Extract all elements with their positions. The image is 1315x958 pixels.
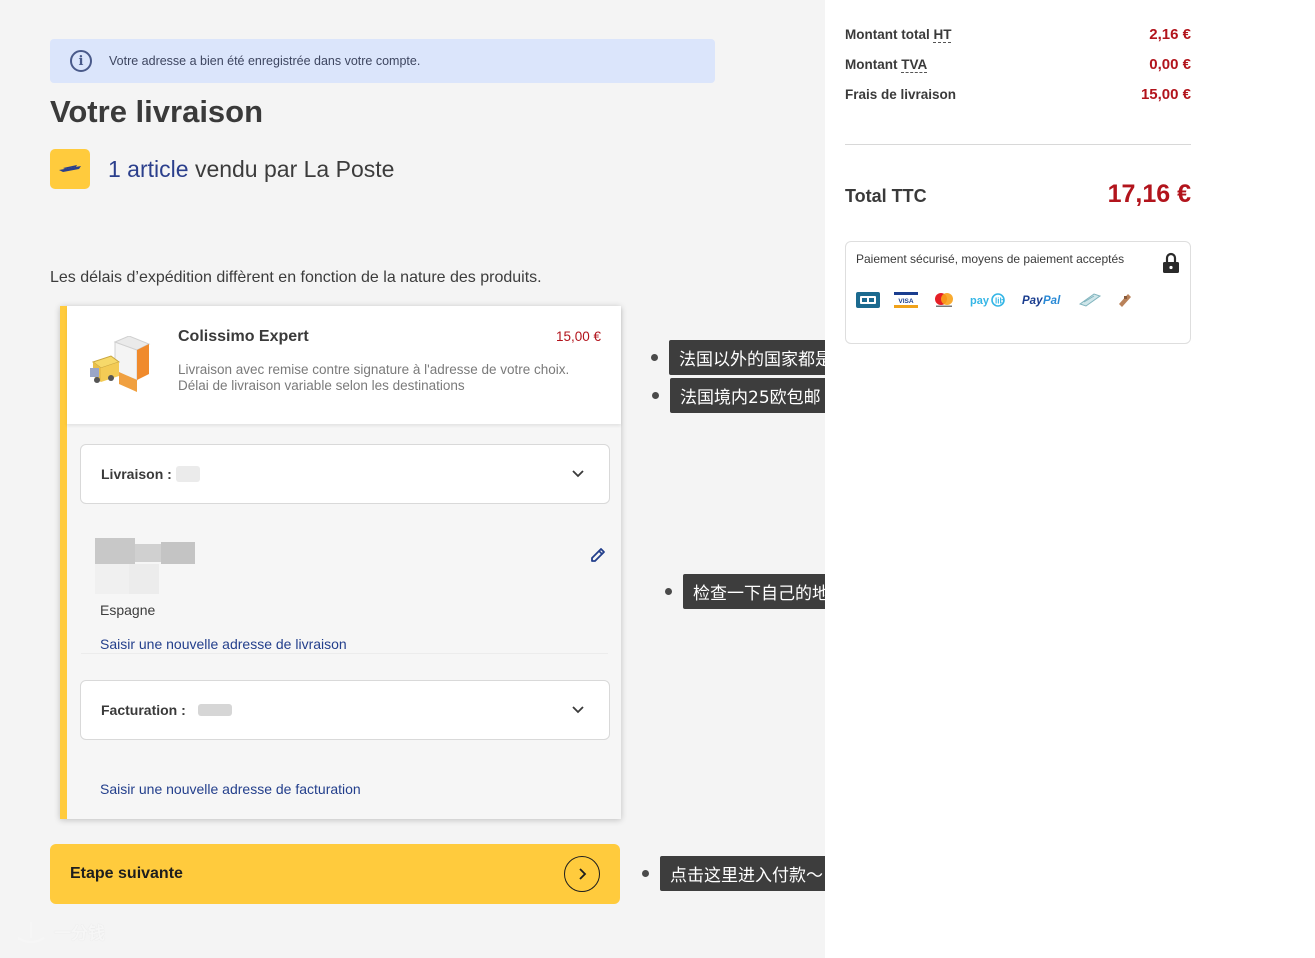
la-poste-logo xyxy=(50,149,90,189)
watermark-text: 一分钱 xyxy=(54,923,105,943)
payment-logos: VISA pay lib Pay Pal xyxy=(856,292,1148,308)
shipping-panel: Colissimo Expert 15,00 € Livraison avec … xyxy=(60,306,621,819)
delivery-select-label: Livraison : xyxy=(101,466,172,482)
total-value: 17,16 € xyxy=(1107,180,1191,208)
checkout-main: i Votre adresse a bien été enregistrée d… xyxy=(0,0,825,958)
carrier-option-colissimo[interactable]: Colissimo Expert 15,00 € Livraison avec … xyxy=(67,306,621,424)
delivery-country: Espagne xyxy=(100,602,156,618)
carrier-name: Colissimo Expert xyxy=(178,328,309,345)
annotation-dot xyxy=(651,354,658,361)
summary-divider xyxy=(845,144,1191,145)
new-delivery-address-link[interactable]: Saisir une nouvelle adresse de livraison xyxy=(100,636,347,652)
annotation-label: 点击这里进入付款～ xyxy=(660,856,833,891)
annotation-dot xyxy=(652,392,659,399)
tva-abbr[interactable]: TVA xyxy=(901,57,928,73)
chevron-right-icon xyxy=(564,856,600,892)
annotation-dot xyxy=(642,870,649,877)
gift-card-icon xyxy=(1116,292,1134,308)
redacted-value xyxy=(175,466,200,482)
total-label: Total TTC xyxy=(845,186,927,206)
summary-row-shipping: Frais de livraison 15,00 € xyxy=(845,86,1191,103)
annotation-label: 法国境内25欧包邮 xyxy=(670,378,831,413)
svg-text:lib: lib xyxy=(995,297,1004,306)
payment-title: Paiement sécurisé, moyens de paiement ac… xyxy=(856,252,1125,266)
payment-methods-box: Paiement sécurisé, moyens de paiement ac… xyxy=(845,241,1191,344)
delivery-address-select[interactable]: Livraison : xyxy=(80,444,610,504)
edit-address-icon[interactable] xyxy=(589,546,607,564)
next-step-label: Etape suivante xyxy=(70,865,183,882)
summary-row-ht: Montant total HT 2,16 € xyxy=(845,26,1191,43)
page-title: Votre livraison xyxy=(50,94,264,129)
lock-icon xyxy=(1163,252,1179,273)
shipping-delay-notice: Les délais d’expédition diffèrent en fon… xyxy=(50,269,542,286)
carrier-price: 15,00 € xyxy=(555,329,601,344)
billing-select-label: Facturation : xyxy=(101,702,186,718)
watermark: 一分钱 xyxy=(14,918,105,944)
watermark-logo-icon xyxy=(17,922,45,943)
cheque-icon xyxy=(1078,292,1102,308)
sold-by-text: vendu par La Poste xyxy=(194,155,395,182)
summary-total-row: Total TTC 17,16 € xyxy=(845,180,1191,209)
paylib-icon: pay lib xyxy=(970,292,1008,308)
summary-row-tva: Montant TVA 0,00 € xyxy=(845,56,1191,73)
new-billing-address-link[interactable]: Saisir une nouvelle adresse de facturati… xyxy=(100,781,361,797)
svg-text:Pay: Pay xyxy=(1022,295,1043,307)
summary-label: Montant total HT xyxy=(845,27,952,43)
visa-card-icon: VISA xyxy=(894,292,918,308)
paypal-icon: Pay Pal xyxy=(1022,292,1064,308)
info-banner-text: Votre adresse a bien été enregistrée dan… xyxy=(109,54,421,68)
order-summary: Montant total HT 2,16 € Montant TVA 0,00… xyxy=(825,0,1315,958)
svg-text:Pal: Pal xyxy=(1043,295,1061,307)
info-banner: i Votre adresse a bien été enregistrée d… xyxy=(50,39,715,83)
svg-text:pay: pay xyxy=(970,295,990,307)
summary-label: Montant TVA xyxy=(845,57,928,73)
annotation-go-payment: 点击这里进入付款～ xyxy=(642,856,833,891)
chevron-down-icon xyxy=(572,706,584,714)
divider xyxy=(81,653,608,654)
cb-card-icon xyxy=(856,292,880,308)
redacted-value xyxy=(197,704,232,716)
seller-row: 1 article vendu par La Poste xyxy=(50,149,394,189)
billing-address-select[interactable]: Facturation : xyxy=(80,680,610,740)
summary-value: 0,00 € xyxy=(1149,56,1191,73)
summary-value: 2,16 € xyxy=(1149,26,1191,43)
parcel-box-icon xyxy=(90,336,151,392)
chevron-down-icon xyxy=(572,470,584,478)
mastercard-icon xyxy=(932,292,956,308)
info-icon: i xyxy=(70,50,92,72)
article-count[interactable]: 1 article xyxy=(108,156,189,182)
ht-abbr[interactable]: HT xyxy=(933,27,952,43)
next-step-button[interactable]: Etape suivante xyxy=(50,844,620,904)
summary-label: Frais de livraison xyxy=(845,87,957,102)
redacted-address xyxy=(95,538,205,594)
seller-text: 1 article vendu par La Poste xyxy=(108,156,394,183)
carrier-desc-line1: Livraison avec remise contre signature à… xyxy=(178,362,570,377)
carrier-desc-line2: Délai de livraison variable selon les de… xyxy=(178,378,465,393)
carrier-description: Livraison avec remise contre signature à… xyxy=(178,362,608,394)
annotation-dot xyxy=(665,588,672,595)
svg-text:VISA: VISA xyxy=(898,298,913,305)
summary-value: 15,00 € xyxy=(1140,86,1191,103)
annotation-free-shipping: 法国境内25欧包邮 xyxy=(652,378,831,413)
